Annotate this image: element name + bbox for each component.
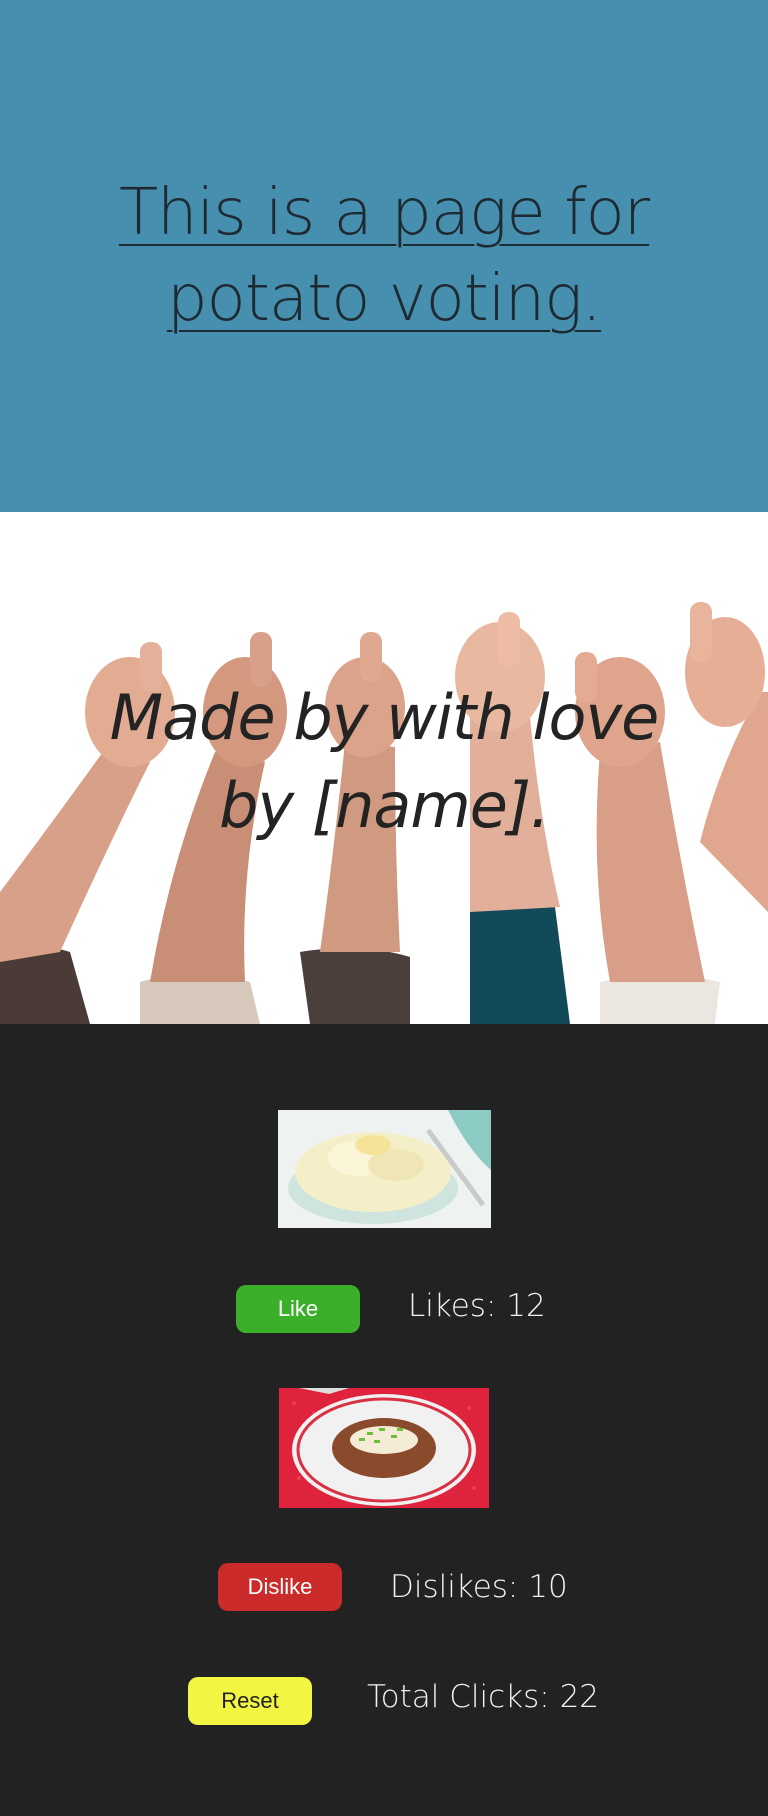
dislike-button[interactable]: Dislike	[218, 1563, 342, 1611]
author-tagline: Made by with love by [name].	[109, 681, 660, 842]
total-clicks-count: Total Clicks: 22	[367, 1679, 600, 1715]
like-button[interactable]: Like	[236, 1285, 360, 1333]
voting-section: Like Likes: 12 Dislike Dislikes: 10 Rese…	[0, 1024, 768, 1816]
page-title: This is a page for potato voting.	[118, 176, 650, 336]
reset-button[interactable]: Reset	[188, 1677, 312, 1725]
baked-potato-photo	[279, 1388, 489, 1508]
page-header: This is a page for potato voting.	[0, 0, 768, 512]
likes-count: Likes: 12	[408, 1288, 546, 1324]
hero-banner: Made by with love by [name].	[0, 512, 768, 1024]
mashed-potatoes-photo	[278, 1110, 491, 1228]
dislikes-count: Dislikes: 10	[390, 1569, 568, 1605]
